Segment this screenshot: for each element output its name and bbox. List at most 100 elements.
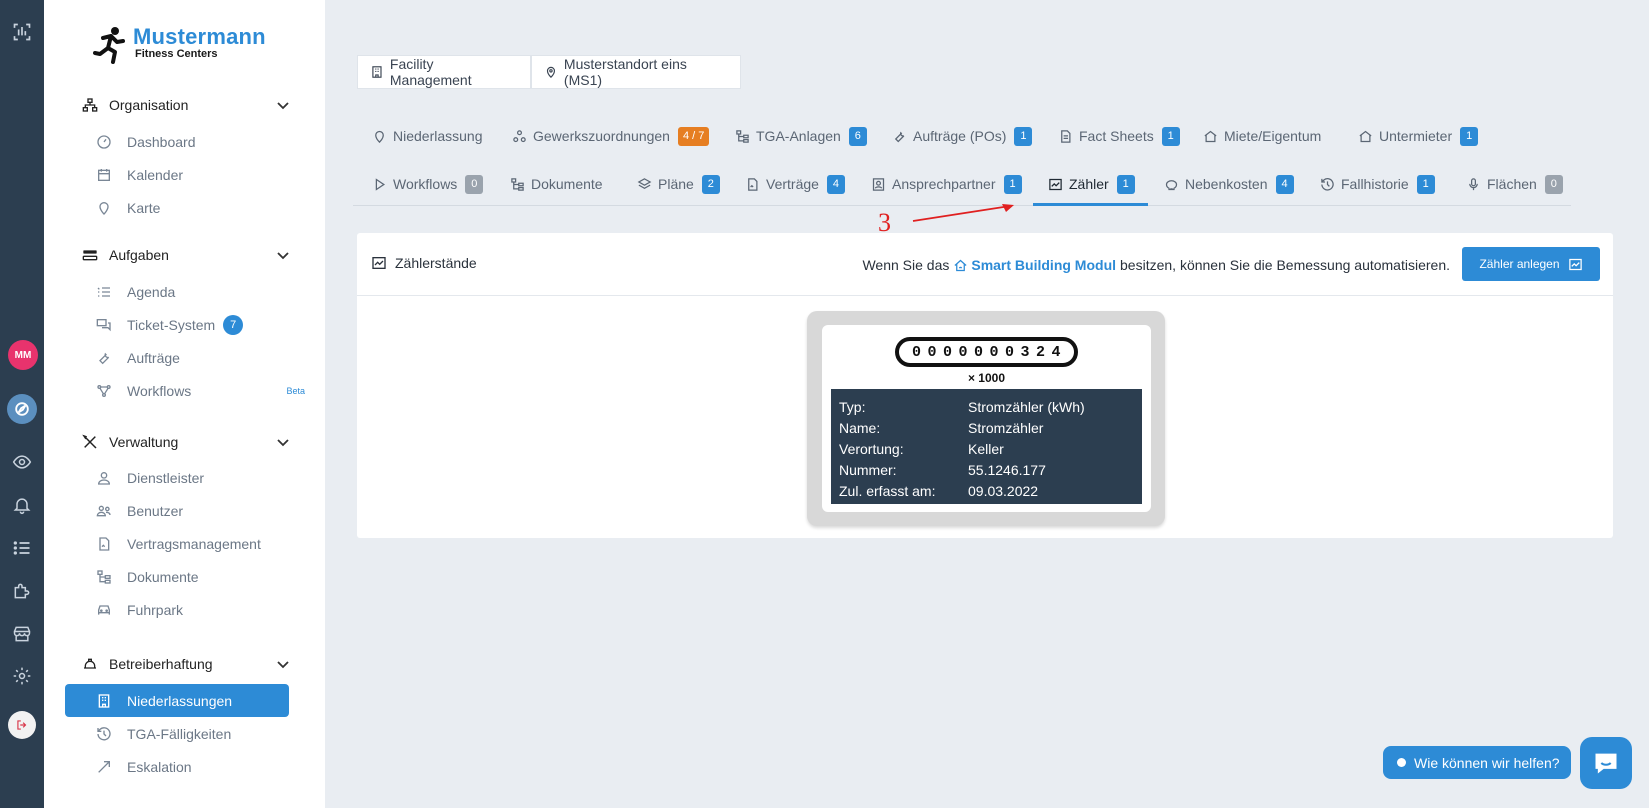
house-icon [1359, 130, 1372, 142]
beta-label: Beta [286, 386, 305, 396]
gear-icon[interactable] [8, 662, 36, 690]
meter-detail-row: Nummer: 55.1246.177 [839, 461, 1046, 478]
tab-workflows[interactable]: Workflows 0 [372, 164, 484, 204]
runner-logo-icon [93, 27, 125, 64]
chat-prompt[interactable]: Wie können wir helfen? [1383, 746, 1571, 779]
sidebar-item-benutzer[interactable]: Benutzer [95, 496, 305, 526]
sidebar-item-workflows[interactable]: Workflows Beta [95, 376, 305, 406]
logout-icon[interactable] [8, 711, 36, 739]
tab-dokumente[interactable]: Dokumente [510, 164, 603, 204]
app-logo-icon[interactable] [8, 18, 36, 46]
tab-vertraege[interactable]: Verträge 4 [745, 164, 845, 204]
brand-name: Mustermann [133, 24, 266, 49]
map-pin-icon [546, 66, 556, 79]
users-icon [95, 502, 113, 520]
sidebar-item-agenda[interactable]: Agenda [95, 277, 305, 307]
meter-detail-row: Typ: Stromzähler (kWh) [839, 398, 1085, 415]
sidebar-item-niederlassungen[interactable]: Niederlassungen [65, 684, 289, 717]
meter-reading: 0000000324 [911, 343, 1067, 361]
sidebar-item-fuhrpark[interactable]: Fuhrpark [95, 595, 305, 625]
brand-logo[interactable]: Mustermann Fitness Centers [93, 26, 266, 64]
tab-fact-sheets[interactable]: Fact Sheets 1 [1058, 116, 1180, 156]
tab-badge: 6 [848, 126, 867, 146]
tab-flaechen[interactable]: Flächen 0 [1466, 164, 1563, 204]
sidebar-item-vertragsmanagement[interactable]: Vertragsmanagement [95, 529, 305, 559]
checklist-icon [95, 283, 113, 301]
chevron-down-icon [277, 661, 289, 669]
tab-zaehler[interactable]: Zähler 1 [1048, 164, 1135, 204]
sidebar-item-karte[interactable]: Karte [95, 193, 305, 223]
tab-plaene[interactable]: Pläne 2 [637, 164, 720, 204]
tab-tga-anlagen[interactable]: TGA-Anlagen 6 [735, 116, 867, 156]
brand-subtitle: Fitness Centers [135, 48, 218, 60]
app-rail: MM [0, 0, 44, 808]
user-avatar[interactable]: MM [8, 340, 38, 370]
store-icon[interactable] [8, 620, 36, 648]
ticket-count-badge: 7 [223, 315, 244, 335]
annotation-arrow-icon [912, 204, 1014, 222]
section-verwaltung[interactable]: Verwaltung [81, 427, 291, 457]
tree-icon [95, 568, 113, 586]
meter-details: Typ: Stromzähler (kWh) Name: Stromzähler V… [831, 389, 1142, 504]
chart-line-icon [1049, 178, 1062, 190]
sidebar-item-ticket-system[interactable]: Ticket-System 7 [95, 310, 305, 340]
chat-bubbles-icon [95, 316, 113, 334]
helmet-icon [81, 655, 99, 673]
bell-icon[interactable] [8, 491, 36, 519]
puzzle-icon[interactable] [8, 577, 36, 605]
tab-miete-eigentum[interactable]: Miete/Eigentum [1203, 116, 1321, 156]
chevron-down-icon [277, 102, 289, 110]
toggle-icon [81, 246, 99, 264]
tab-badge: 2 [701, 174, 720, 194]
tab-badge: 1 [1460, 126, 1479, 146]
tab-auftraege-pos[interactable]: Aufträge (POs) 1 [892, 116, 1033, 156]
tab-badge: 1 [1003, 174, 1022, 194]
tab-gewerkszuordnungen[interactable]: Gewerkszuordnungen 4 / 7 [512, 116, 710, 156]
tab-badge: 0 [1544, 174, 1563, 194]
tab-badge: 1 [1014, 126, 1033, 146]
meter-card[interactable]: 0000000324 × 1000 Typ: Stromzähler (kWh) … [807, 311, 1165, 526]
sidebar-item-dashboard[interactable]: Dashboard [95, 127, 305, 157]
wrench-icon [894, 131, 905, 142]
active-tab-indicator [1033, 203, 1148, 206]
car-icon [95, 601, 113, 619]
sidebar-item-eskalation[interactable]: Eskalation [95, 752, 305, 782]
sidebar-item-tga-faelligkeiten[interactable]: TGA-Fälligkeiten [95, 719, 305, 749]
sidebar-item-kalender[interactable]: Kalender [95, 160, 305, 190]
tree-icon [736, 129, 749, 143]
compass-icon[interactable] [7, 394, 37, 424]
tab-untermieter[interactable]: Untermieter 1 [1358, 116, 1479, 156]
panel-title: Zählerstände [371, 255, 477, 271]
meter-detail-row: Zul. erfasst am: 09.03.2022 [839, 482, 1039, 499]
smart-building-link[interactable]: Smart Building Modul [953, 257, 1116, 273]
building-icon [95, 692, 113, 710]
tab-fallhistorie[interactable]: Fallhistorie 1 [1320, 164, 1435, 204]
add-meter-button[interactable]: Zähler anlegen [1462, 247, 1600, 281]
gauge-icon [95, 133, 113, 151]
chat-button[interactable] [1580, 737, 1632, 789]
molecule-icon [513, 129, 526, 142]
eye-icon[interactable] [8, 448, 36, 476]
chat-icon [1595, 753, 1617, 774]
sidebar-item-auftraege[interactable]: Aufträge [95, 343, 305, 373]
microphone-icon [1469, 177, 1478, 190]
tab-niederlassung[interactable]: Niederlassung [372, 116, 483, 156]
tree-icon [511, 177, 524, 191]
map-pin-icon [375, 130, 384, 143]
history-icon [95, 725, 113, 743]
section-betreiberhaftung[interactable]: Betreiberhaftung [81, 649, 291, 679]
breadcrumb-location[interactable]: Musterstandort eins (MS1) [531, 55, 741, 89]
tab-nebenkosten[interactable]: Nebenkosten 4 [1164, 164, 1294, 204]
sidebar-item-dienstleister[interactable]: Dienstleister [95, 463, 305, 493]
sidebar-item-dokumente[interactable]: Dokumente [95, 562, 305, 592]
section-aufgaben[interactable]: Aufgaben [81, 240, 291, 270]
tab-ansprechpartner[interactable]: Ansprechpartner 1 [871, 164, 1022, 204]
chart-line-icon [1568, 258, 1582, 270]
chevron-down-icon [277, 252, 289, 260]
breadcrumb-facility-management[interactable]: Facility Management [357, 55, 531, 89]
wrench-icon [95, 349, 113, 367]
section-organisation[interactable]: Organisation [81, 90, 291, 120]
tab-badge: 0 [465, 174, 484, 194]
meter-multiplier: × 1000 [967, 371, 1006, 385]
list-icon[interactable] [8, 534, 36, 562]
